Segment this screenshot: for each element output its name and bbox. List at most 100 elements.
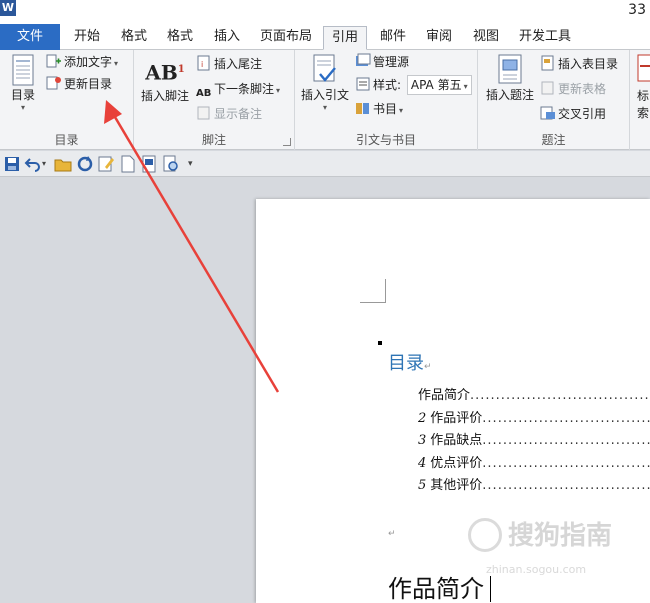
insert-footnote-label: 插入脚注 [140,88,189,103]
save-icon[interactable] [3,155,21,173]
quick-access-toolbar: ▾ ▾ [0,151,650,177]
footnote-dialog-launcher-icon[interactable] [283,138,291,146]
tab-format-1[interactable]: 格式 [113,26,155,50]
insert-endnote-label: 插入尾注 [214,57,263,71]
update-table-label: 更新表格 [558,82,607,96]
toc-entry-number: 3 [418,433,427,448]
toc-entry-text: 优点评价 [430,455,483,471]
group-captions: 插入题注 插入表目录 更新表格 交叉引用 题注 [478,50,630,150]
margin-corner-mark [360,279,386,303]
insert-table-of-figures-button[interactable]: 插入表目录 [540,54,618,74]
group-index: 标 索 [630,50,650,150]
manage-sources-button[interactable]: 管理源 [355,52,409,72]
group-citations-label: 引文与书目 [355,133,416,147]
insert-caption-icon [498,54,522,84]
insert-citation-icon [313,54,336,82]
update-toc-button[interactable]: 更新目录 [46,74,112,94]
show-notes-icon [197,106,210,120]
next-footnote-button[interactable]: AB 下一条脚注 ▾ [196,79,280,99]
chevron-down-icon: ▾ [20,103,25,112]
next-footnote-label: 下一条脚注 [214,82,275,96]
footnote-ab-icon: AB1 [145,60,185,85]
group-captions-label: 题注 [541,133,566,147]
bibliography-icon [356,103,369,114]
insert-endnote-button[interactable]: i 插入尾注 [196,54,262,74]
toc-entry[interactable]: 2作品评价...................................… [418,408,650,431]
toc-entry[interactable]: 作品简介....................................… [418,385,650,408]
style-selector: 样式: APA 第五 ▾ [355,75,472,95]
zoom-preview-icon[interactable] [162,155,180,173]
tab-view[interactable]: 视图 [465,26,507,50]
next-footnote-icon: AB [196,88,212,99]
manage-sources-icon [356,53,371,66]
show-notes-button[interactable]: 显示备注 [196,104,262,124]
toc-entry[interactable]: 4优点评价...................................… [418,453,650,476]
insert-citation-label: 插入引文 [300,88,349,102]
group-citations: 插入引文 ▾ 管理源 样式: APA 第五 ▾ 书目 ▾ 引文与书目 [295,50,478,150]
toc-entry-text: 作品简介 [418,388,471,403]
watermark-url: zhinan.sogou.com [486,563,587,576]
toc-entry-text: 作品缺点 [430,433,483,448]
toc-entry[interactable]: 5其他评价...................................… [418,475,650,498]
insert-footnote-button[interactable]: AB1 插入脚注 [138,56,192,104]
body-heading[interactable]: 作品简介 [388,569,491,603]
customize-toolbar-icon[interactable]: ▾ [188,155,206,173]
tab-format-2[interactable]: 格式 [159,26,201,50]
undo-icon[interactable] [24,155,42,173]
toc-heading[interactable]: 目录↵ [388,349,432,375]
insert-caption-label: 插入题注 [485,88,534,102]
toc-entry-text: 作品评价 [430,410,483,426]
group-toc: 目录 ▾ 添加文字 ▾ 更新目录 目录 [0,50,134,150]
word-app-icon[interactable]: W [0,0,16,16]
body-heading-text: 作品简介 [388,575,484,603]
print-preview-icon[interactable] [140,155,158,173]
tab-home[interactable]: 开始 [66,26,108,50]
page-indicator: 33 [628,2,646,18]
edit-icon[interactable] [97,155,115,173]
mark-entry-icon [637,54,650,82]
update-table-icon [541,81,554,95]
toc-leader-dots: ........................................… [482,410,650,426]
toc-leader-dots: ........................................… [482,478,650,493]
tab-review[interactable]: 审阅 [418,26,460,50]
group-toc-label: 目录 [54,133,79,147]
insert-citation-button[interactable]: 插入引文 ▾ [299,54,351,113]
toc-button[interactable]: 目录 ▾ [6,54,40,113]
tab-mailings[interactable]: 邮件 [372,26,414,50]
chevron-down-icon: ▾ [463,82,468,91]
update-table-button[interactable]: 更新表格 [540,79,606,99]
toc-entry[interactable]: 3作品缺点...................................… [418,430,650,453]
toc-list: 作品简介....................................… [418,385,650,498]
mark-entry-button[interactable]: 标 索 [636,54,650,121]
watermark-text: 搜狗指南 [508,521,613,551]
insert-table-of-figures-label: 插入表目录 [558,57,619,71]
cross-reference-button[interactable]: 交叉引用 [540,104,606,124]
style-dropdown[interactable]: APA 第五 ▾ [406,75,472,95]
toc-button-label: 目录 [10,88,35,102]
text-cursor [490,576,491,602]
add-text-icon [46,54,61,68]
tab-page-layout[interactable]: 页面布局 [254,26,318,50]
group-footnotes: AB1 插入脚注 i 插入尾注 AB 下一条脚注 ▾ 显示备注 脚注 [134,50,295,150]
toc-entry-number: 2 [418,410,427,426]
paragraph-mark-icon: ↵ [424,362,432,372]
update-toc-label: 更新目录 [64,77,113,91]
paragraph-bullet-marker [378,341,382,345]
cross-reference-label: 交叉引用 [558,107,607,121]
toc-leader-dots: ........................................… [470,388,650,403]
tab-references[interactable]: 引用 [323,26,367,50]
tab-developer[interactable]: 开发工具 [512,26,578,50]
insert-caption-button[interactable]: 插入题注 [482,54,538,103]
toc-icon [12,54,34,86]
toc-leader-dots: ........................................… [482,433,650,448]
new-document-icon[interactable] [119,155,137,173]
refresh-icon[interactable] [76,155,94,173]
bibliography-button[interactable]: 书目 ▾ [355,99,403,119]
toc-leader-dots: ........................................… [482,455,650,471]
tab-insert[interactable]: 插入 [206,26,248,50]
chevron-down-icon: ▾ [322,103,327,112]
add-text-button[interactable]: 添加文字 ▾ [46,52,118,72]
tab-file[interactable]: 文件 [0,24,60,50]
open-folder-icon[interactable] [54,155,72,173]
style-value: APA 第五 [410,78,462,92]
